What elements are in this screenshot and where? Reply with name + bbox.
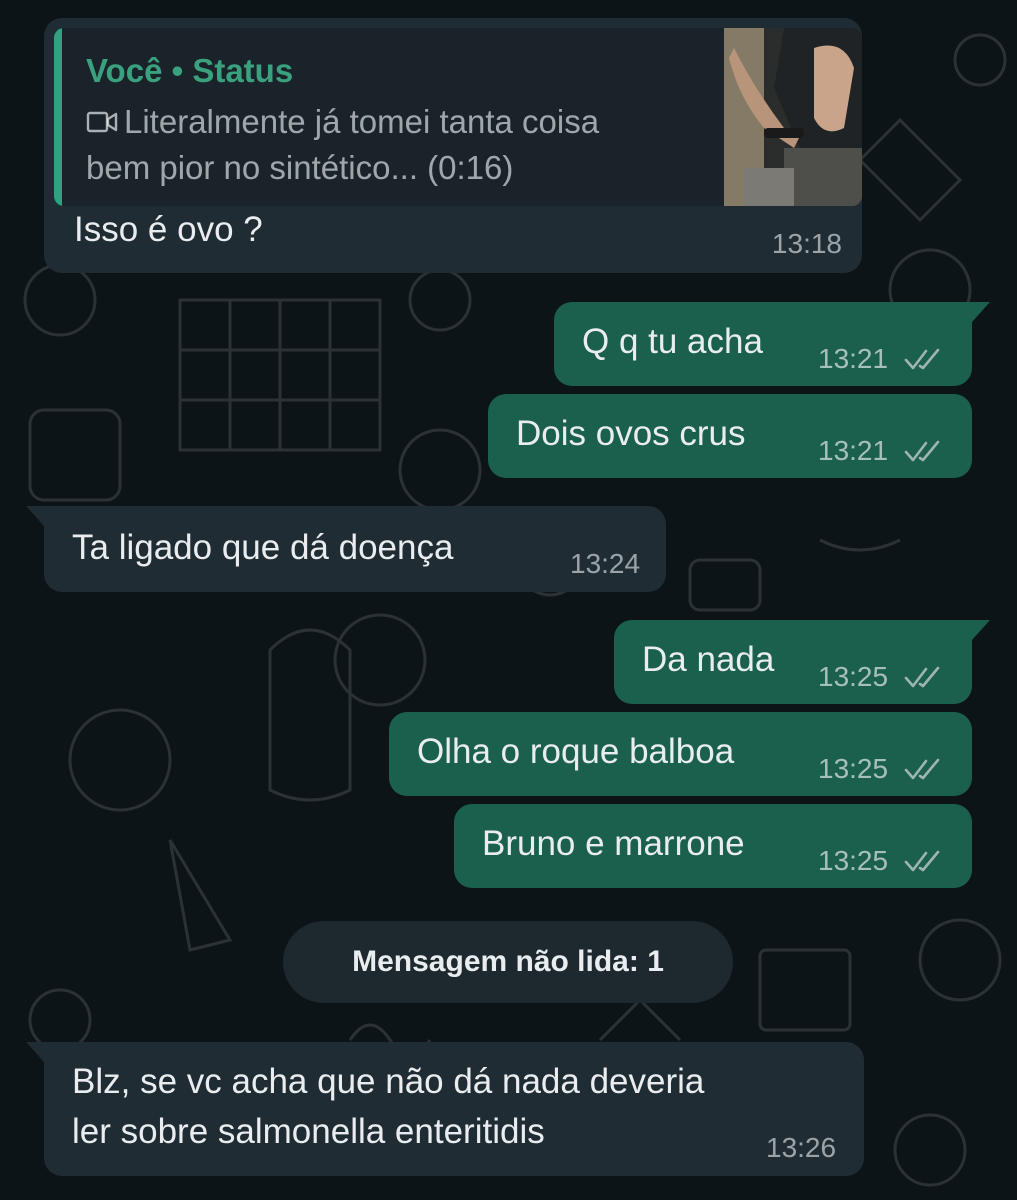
message-text: Dois ovos crus bbox=[516, 414, 746, 453]
message-time: 13:25 bbox=[818, 661, 889, 692]
quote-accent-bar bbox=[54, 28, 62, 206]
message-text: Isso é ovo ? bbox=[74, 210, 263, 249]
unread-messages-divider: Mensagem não lida: 1 bbox=[283, 921, 733, 1003]
status-video-thumbnail[interactable] bbox=[724, 28, 862, 206]
bubble-tail-outgoing bbox=[962, 620, 990, 641]
quote-text: Literalmente já tomei tanta coisa bem pi… bbox=[86, 100, 599, 190]
message-time: 13:18 bbox=[771, 228, 842, 259]
message-bubble-outgoing[interactable]: Q q tu acha 13:21 bbox=[554, 302, 972, 386]
double-check-icon bbox=[904, 850, 940, 872]
message-bubble-outgoing[interactable]: Dois ovos crus 13:21 bbox=[488, 394, 972, 478]
message-time: 13:25 bbox=[818, 753, 889, 784]
message-bubble-outgoing[interactable]: Da nada 13:25 bbox=[614, 620, 972, 704]
message-text: Da nada bbox=[642, 640, 775, 679]
double-check-icon bbox=[904, 758, 940, 780]
message-time: 13:24 bbox=[570, 548, 641, 579]
bubble-tail-incoming bbox=[26, 506, 54, 527]
message-bubble-incoming[interactable]: Ta ligado que dá doença 13:24 bbox=[44, 506, 666, 592]
bubble-tail-incoming bbox=[26, 1042, 54, 1063]
message-text: Ta ligado que dá doença bbox=[72, 528, 454, 567]
message-time: 13:25 bbox=[818, 845, 889, 876]
message-text: Bruno e marrone bbox=[482, 824, 745, 863]
message-text: Olha o roque balboa bbox=[417, 732, 735, 771]
message-bubble-outgoing[interactable]: Bruno e marrone 13:25 bbox=[454, 804, 972, 888]
message-bubble-incoming[interactable]: Blz, se vc acha que não dá nada deveria … bbox=[44, 1042, 864, 1176]
message-text: Q q tu acha bbox=[582, 322, 763, 361]
message-text-line-2: ler sobre salmonella enteritidis bbox=[72, 1112, 545, 1151]
quote-author: Você • Status bbox=[86, 52, 294, 89]
double-check-icon bbox=[904, 440, 940, 462]
quoted-status-reply[interactable]: Você • Status Literalmente já tomei tant… bbox=[54, 28, 862, 206]
message-bubble-outgoing[interactable]: Olha o roque balboa 13:25 bbox=[389, 712, 972, 796]
message-time: 13:21 bbox=[818, 343, 889, 374]
message-time: 13:21 bbox=[818, 435, 889, 466]
double-check-icon bbox=[904, 666, 940, 688]
bubble-tail-outgoing bbox=[962, 302, 990, 323]
quote-line-2: bem pior no sintético... (0:16) bbox=[86, 149, 514, 187]
message-bubble-incoming-quoted[interactable]: Você • Status Literalmente já tomei tant… bbox=[44, 18, 862, 273]
double-check-icon bbox=[904, 348, 940, 370]
message-time: 13:26 bbox=[766, 1132, 837, 1163]
quote-line-1: Literalmente já tomei tanta coisa bbox=[124, 103, 600, 140]
video-camera-icon bbox=[86, 102, 118, 146]
message-text-line-1: Blz, se vc acha que não dá nada deveria bbox=[72, 1062, 705, 1101]
